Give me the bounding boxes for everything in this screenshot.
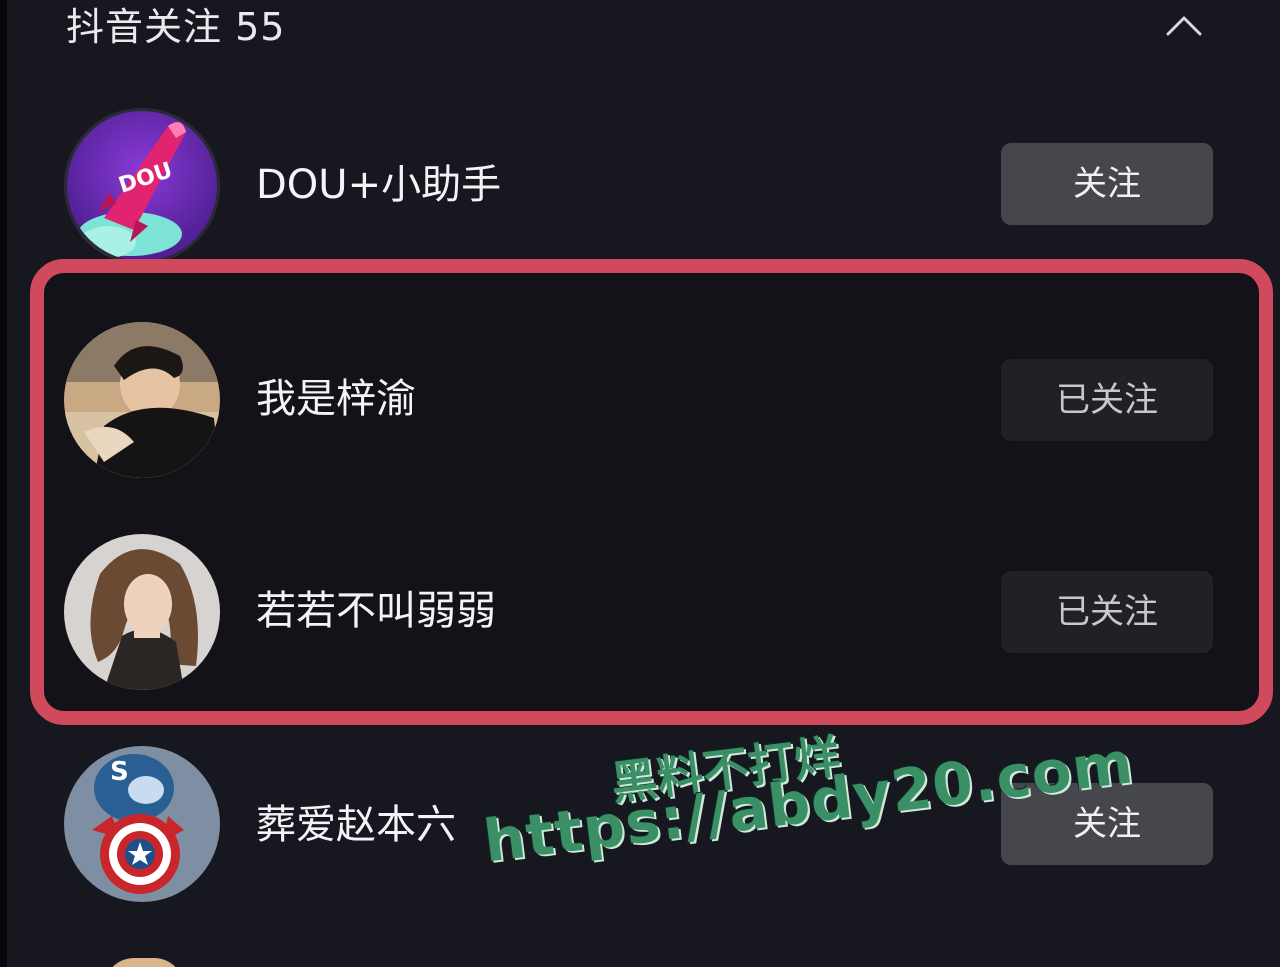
user-name[interactable]: 我是梓渝 bbox=[256, 374, 416, 424]
user-name[interactable]: 若若不叫弱弱 bbox=[256, 586, 496, 636]
list-item[interactable]: DOU DOU+小助手 关注 bbox=[50, 100, 1230, 270]
shield-character-avatar: S bbox=[64, 746, 220, 902]
chevron-up-icon bbox=[1166, 16, 1202, 36]
followed-button[interactable]: 已关注 bbox=[1001, 359, 1213, 441]
following-list-screen: 抖音关注 55 DOU DOU+小助手 关注 我是梓渝 已关注 若若不叫弱弱 已… bbox=[0, 0, 1280, 967]
collapse-button[interactable] bbox=[1160, 6, 1208, 46]
user-photo-avatar bbox=[64, 534, 220, 690]
list-item[interactable]: 我是梓渝 已关注 bbox=[50, 316, 1230, 486]
user-name[interactable]: DOU+小助手 bbox=[256, 160, 501, 210]
avatar[interactable] bbox=[64, 534, 220, 690]
avatar[interactable]: DOU bbox=[64, 108, 220, 264]
follow-button[interactable]: 关注 bbox=[1001, 143, 1213, 225]
partial-avatar bbox=[104, 958, 184, 967]
user-name[interactable]: 葬爱赵本六 bbox=[256, 800, 456, 850]
avatar[interactable]: S bbox=[64, 746, 220, 902]
list-item[interactable]: 若若不叫弱弱 已关注 bbox=[50, 528, 1230, 698]
left-edge bbox=[0, 0, 7, 967]
followed-button[interactable]: 已关注 bbox=[1001, 571, 1213, 653]
avatar[interactable] bbox=[64, 322, 220, 478]
user-photo-avatar bbox=[64, 322, 220, 478]
rocket-avatar-image: DOU bbox=[64, 108, 220, 264]
avatar-badge-text: S bbox=[110, 757, 129, 787]
section-title: 抖音关注 55 bbox=[66, 5, 286, 49]
